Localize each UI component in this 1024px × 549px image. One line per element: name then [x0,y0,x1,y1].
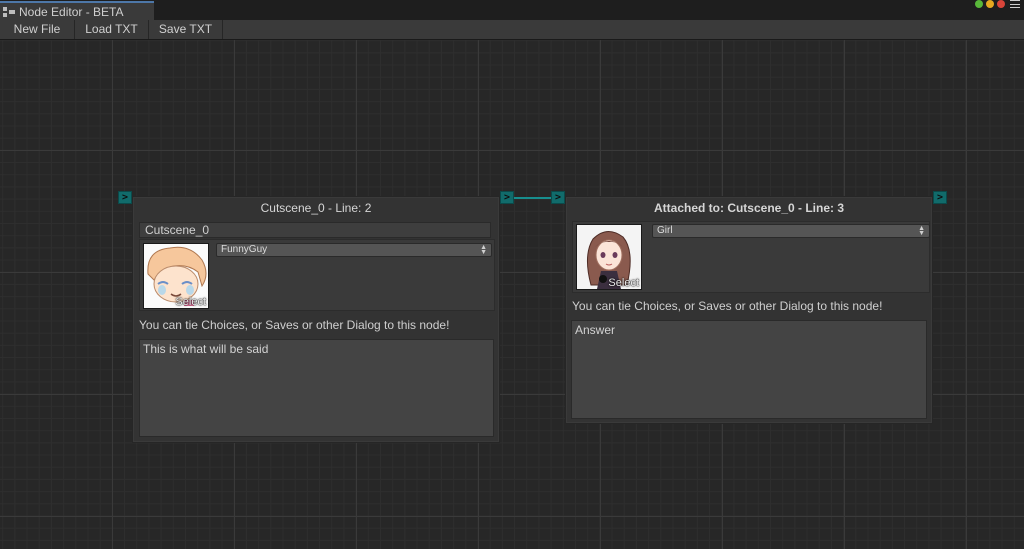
window-titlebar: Node Editor - BETA [0,0,1024,21]
character-panel: Select Girl ▲ ▼ [572,221,930,293]
character-dropdown[interactable]: Girl ▲ ▼ [652,224,930,238]
character-dropdown-value: Girl [657,225,673,236]
connection-wire [514,197,552,199]
dialog-node-1[interactable]: Cutscene_0 - Line: 2 Cutscene_0 Select F… [132,196,500,443]
node-hint-text: You can tie Choices, or Saves or other D… [139,318,450,332]
save-txt-button[interactable]: Save TXT [149,20,223,39]
node1-input-port[interactable]: > [118,191,132,204]
avatar-select-button[interactable]: Select [608,277,639,289]
load-txt-button[interactable]: Load TXT [75,20,149,39]
node2-input-port[interactable]: > [551,191,565,204]
new-file-button[interactable]: New File [0,20,75,39]
character-dropdown[interactable]: FunnyGuy ▲ ▼ [216,243,492,257]
dialog-text-area[interactable]: Answer [571,320,927,419]
node-editor-icon [3,6,15,17]
editor-tab[interactable]: Node Editor - BETA [0,1,154,20]
node-name-field[interactable]: Cutscene_0 [139,222,491,238]
node-title: Cutscene_0 - Line: 2 [260,201,372,215]
node-title: Attached to: Cutscene_0 - Line: 3 [653,201,845,215]
avatar-select-button[interactable]: Select [175,296,206,308]
minimize-button[interactable] [975,0,983,8]
toolbar: New File Load TXT Save TXT [0,20,1024,40]
node2-output-port[interactable]: > [933,191,947,204]
close-button[interactable] [997,0,1005,8]
character-avatar[interactable]: Select [576,224,642,290]
dialog-text-area[interactable]: This is what will be said [139,339,494,437]
tab-title: Node Editor - BETA [19,4,124,19]
dialog-node-2[interactable]: Attached to: Cutscene_0 - Line: 3 Select… [565,196,933,424]
node1-output-port[interactable]: > [500,191,514,204]
node-hint-text: You can tie Choices, or Saves or other D… [572,299,883,313]
character-avatar[interactable]: Select [143,243,209,309]
character-panel: Select FunnyGuy ▲ ▼ [139,239,495,311]
dropdown-arrow-icon: ▲ ▼ [480,244,487,256]
character-dropdown-value: FunnyGuy [221,244,268,255]
maximize-button[interactable] [986,0,994,8]
tab-menu-icon[interactable] [1010,0,1020,8]
dropdown-arrow-icon: ▲ ▼ [918,225,925,237]
window-controls [975,0,1020,8]
